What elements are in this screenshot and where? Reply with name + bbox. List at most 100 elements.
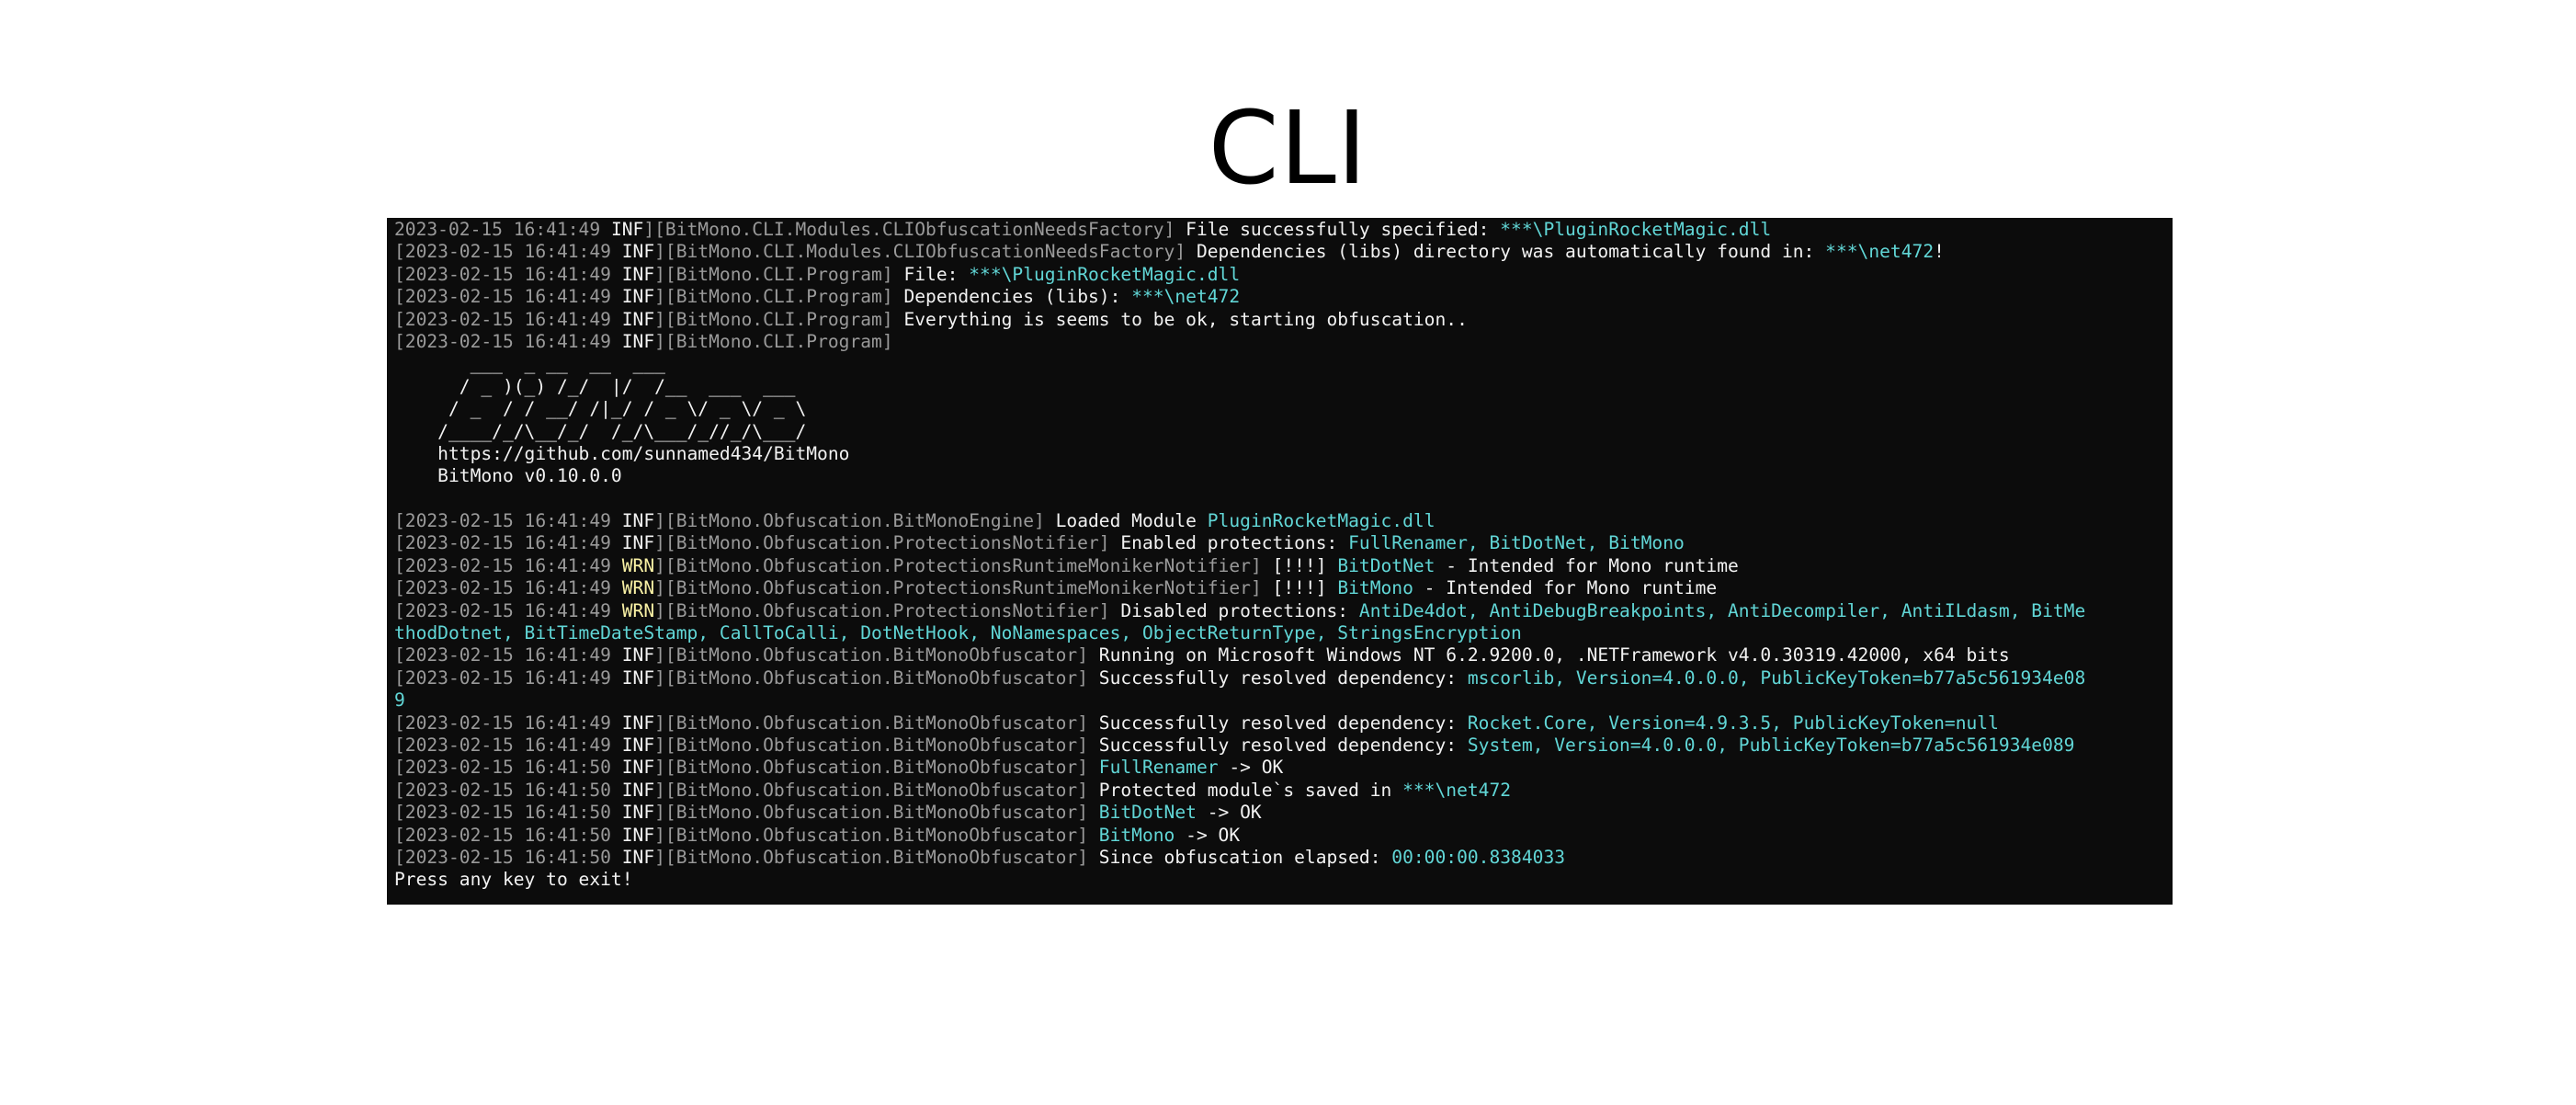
log-level: INF [621, 532, 655, 554]
log-message: File successfully specified: [1175, 219, 1501, 240]
log-message: Successfully resolved dependency: [1087, 666, 1468, 689]
log-message: Everything is seems to be ok, starting o… [892, 308, 1468, 330]
log-source: BitMono.CLI.Modules.CLIObfuscationNeedsF… [675, 241, 1175, 263]
console-window[interactable]: 2023-02-15 16:41:49 INF][BitMono.CLI.Mod… [387, 218, 2173, 905]
log-highlight: ***\net472 [1402, 779, 1512, 801]
log-line: [2023-02-15 16:41:49 INF][BitMono.Obfusc… [394, 712, 1999, 734]
log-highlight: Rocket.Core, Version=4.9.3.5, PublicKeyT… [1467, 712, 1999, 734]
log-level: WRN [621, 554, 655, 576]
log-message: [!!!] [1261, 554, 1338, 576]
log-source: BitMono.Obfuscation.ProtectionsRuntimeMo… [675, 554, 1251, 576]
log-level: INF [621, 263, 655, 285]
log-source: BitMono.Obfuscation.BitMonoObfuscator [675, 712, 1078, 734]
log-message [1088, 757, 1099, 778]
log-source: BitMono.CLI.Program [675, 330, 882, 352]
log-timestamp: 2023-02-15 16:41:50 [404, 779, 622, 801]
log-source: BitMono.Obfuscation.BitMonoObfuscator [675, 757, 1078, 779]
log-source: BitMono.CLI.Program [675, 308, 882, 330]
log-tail: -> OK [1175, 824, 1241, 846]
log-timestamp: 2023-02-15 16:41:50 [404, 757, 622, 779]
log-highlight: BitMono [1098, 824, 1175, 846]
log-line: [2023-02-15 16:41:49 INF][BitMono.CLI.Pr… [394, 286, 1241, 308]
log-timestamp: 2023-02-15 16:41:49 [404, 599, 622, 621]
log-level: WRN [621, 577, 655, 599]
log-message: File: [892, 263, 970, 285]
banner-url: https://github.com/sunnamed434/BitMono [394, 442, 850, 464]
log-timestamp: 2023-02-15 16:41:49 [404, 286, 622, 308]
log-source: BitMono.Obfuscation.BitMonoObfuscator [675, 734, 1078, 756]
log-timestamp: 2023-02-15 16:41:49 [404, 666, 622, 689]
log-level: INF [621, 286, 655, 308]
log-tail: - Intended for Mono runtime [1413, 577, 1718, 599]
log-line: [2023-02-15 16:41:49 INF][BitMono.CLI.Mo… [394, 241, 1945, 263]
log-line-continuation: thodDotnet, BitTimeDateStamp, CallToCall… [394, 622, 1522, 644]
log-timestamp: 2023-02-15 16:41:49 [404, 330, 622, 352]
log-line: [2023-02-15 16:41:49 INF][BitMono.Obfusc… [394, 666, 2086, 689]
log-message [1088, 825, 1099, 846]
log-message: Since obfuscation elapsed: [1087, 846, 1392, 868]
log-source: BitMono.Obfuscation.BitMonoObfuscator [675, 666, 1078, 689]
log-line: [2023-02-15 16:41:50 INF][BitMono.Obfusc… [394, 802, 1262, 824]
log-line: [2023-02-15 16:41:50 INF][BitMono.Obfusc… [394, 779, 1512, 801]
log-tail: ! [1934, 241, 1945, 263]
log-tail: - Intended for Mono runtime [1435, 554, 1739, 576]
log-message: Dependencies (libs): [892, 286, 1132, 308]
log-tail: -> OK [1218, 757, 1284, 779]
log-level: INF [621, 644, 655, 666]
log-level: INF [621, 308, 655, 330]
log-level: INF [621, 712, 655, 734]
log-highlight: BitMono [1337, 577, 1413, 599]
log-line: [2023-02-15 16:41:50 INF][BitMono.Obfusc… [394, 757, 1284, 779]
log-level: INF [621, 846, 655, 868]
log-source: BitMono.Obfuscation.BitMonoObfuscator [675, 644, 1078, 666]
log-highlight: AntiDe4dot, AntiDebugBreakpoints, AntiDe… [1358, 599, 2086, 621]
log-timestamp: 2023-02-15 16:41:49 [404, 308, 622, 330]
log-source: BitMono.CLI.Modules.CLIObfuscationNeedsF… [664, 219, 1164, 240]
log-message: Disabled protections: [1109, 599, 1359, 621]
log-message: [!!!] [1261, 577, 1338, 599]
log-source: BitMono.Obfuscation.ProtectionsRuntimeMo… [675, 577, 1251, 599]
banner-ascii-art-line: ___ _ __ __ ___ [394, 353, 665, 375]
log-line: [2023-02-15 16:41:49 INF][BitMono.Obfusc… [394, 644, 2010, 666]
log-source: BitMono.CLI.Program [675, 263, 882, 285]
log-timestamp: 2023-02-15 16:41:50 [404, 824, 622, 846]
log-level: INF [621, 824, 655, 846]
log-timestamp: 2023-02-15 16:41:49 [404, 644, 622, 666]
log-timestamp: 2023-02-15 16:41:49 [404, 241, 622, 263]
log-line-continuation: 9 [394, 689, 405, 712]
banner-ascii-art-line: /____/_/\__/_/ /_/\___/_//_/\___/ [394, 420, 807, 442]
log-message: Successfully resolved dependency: [1087, 712, 1468, 734]
log-highlight: ***\PluginRocketMagic.dll [969, 263, 1241, 285]
log-line: [2023-02-15 16:41:50 INF][BitMono.Obfusc… [394, 846, 1566, 868]
log-line: [2023-02-15 16:41:49 INF][BitMono.Obfusc… [394, 510, 1436, 532]
log-line: [2023-02-15 16:41:49 INF][BitMono.Obfusc… [394, 734, 2075, 756]
log-message: Running on Microsoft Windows NT 6.2.9200… [1087, 644, 2010, 666]
log-level: INF [621, 734, 655, 756]
log-message: Protected module`s saved in [1087, 779, 1403, 801]
log-timestamp: 2023-02-15 16:41:49 [404, 510, 622, 532]
log-message: Successfully resolved dependency: [1087, 734, 1468, 756]
log-level: INF [621, 757, 655, 779]
log-highlight: ***\net472 [1131, 286, 1241, 308]
exit-prompt: Press any key to exit! [394, 869, 633, 891]
log-level: INF [621, 510, 655, 532]
log-line: [2023-02-15 16:41:49 WRN][BitMono.Obfusc… [394, 554, 1739, 576]
log-highlight: mscorlib, Version=4.0.0.0, PublicKeyToke… [1467, 666, 2086, 689]
log-message [1088, 802, 1099, 823]
log-source: BitMono.Obfuscation.BitMonoObfuscator [675, 779, 1078, 801]
log-line: 2023-02-15 16:41:49 INF][BitMono.CLI.Mod… [394, 219, 1772, 240]
log-highlight: System, Version=4.0.0.0, PublicKeyToken=… [1467, 734, 2075, 756]
log-highlight: BitDotNet [1337, 554, 1436, 576]
log-level: INF [621, 330, 655, 352]
log-source: BitMono.Obfuscation.BitMonoEngine [675, 510, 1035, 532]
log-line: [2023-02-15 16:41:49 INF][BitMono.CLI.Pr… [394, 308, 1468, 330]
log-level: INF [610, 219, 644, 240]
log-timestamp: 2023-02-15 16:41:49 [404, 263, 622, 285]
log-timestamp: 2023-02-15 16:41:49 [404, 554, 622, 576]
banner-ascii-art-line: / _ / / __/ /|_/ / _ \/ _ \/ _ \ [394, 398, 807, 420]
log-source: BitMono.CLI.Program [675, 286, 882, 308]
log-source: BitMono.Obfuscation.ProtectionsNotifier [675, 599, 1099, 621]
log-tail: -> OK [1196, 802, 1262, 824]
log-highlight: PluginRocketMagic.dll [1207, 510, 1436, 532]
